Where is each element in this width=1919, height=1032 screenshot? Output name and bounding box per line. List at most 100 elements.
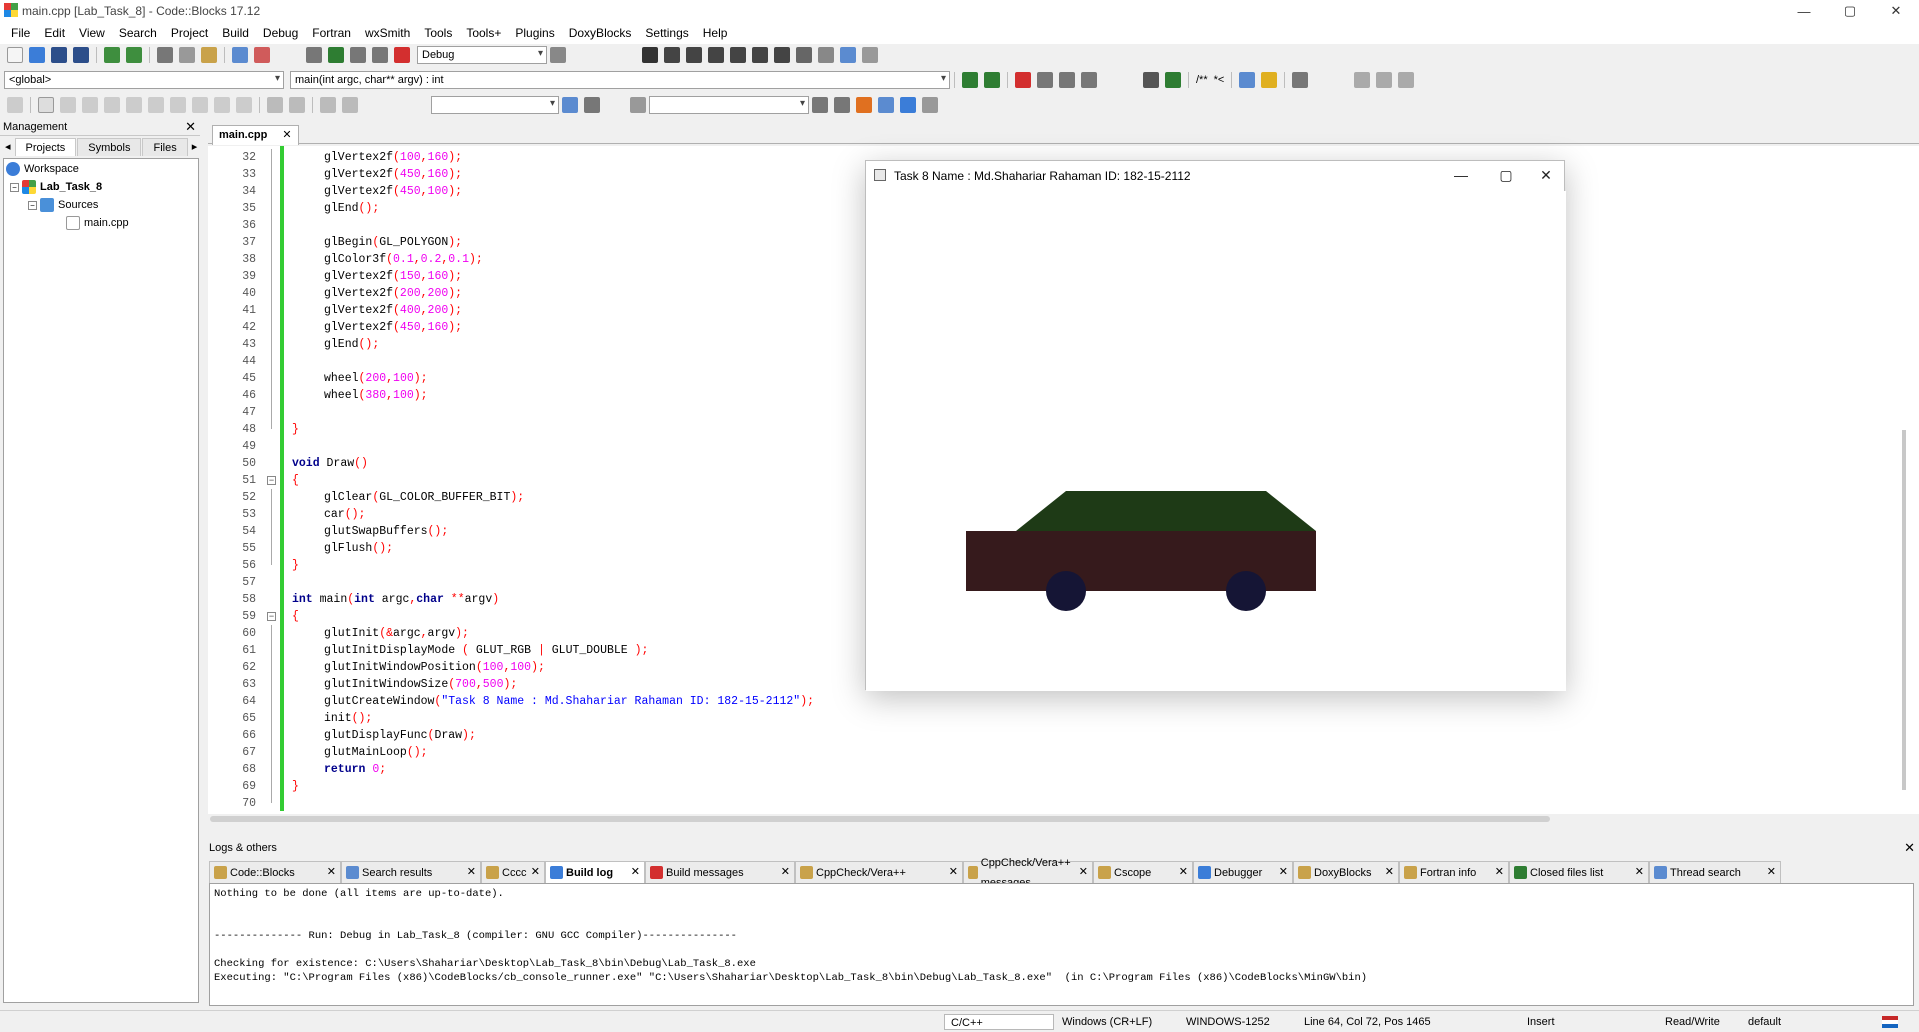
- menu-debug[interactable]: Debug: [256, 22, 305, 44]
- tab-symbols[interactable]: Symbols: [77, 138, 142, 156]
- menu-file[interactable]: File: [4, 22, 37, 44]
- refresh-icon[interactable]: [342, 97, 358, 113]
- search-icon[interactable]: [562, 97, 578, 113]
- close-icon[interactable]: ✕: [1385, 862, 1394, 882]
- zoom-in-icon[interactable]: [267, 97, 283, 113]
- clear-search-icon[interactable]: [630, 97, 646, 113]
- close-icon[interactable]: ✕: [1635, 862, 1644, 882]
- match-case-icon[interactable]: [900, 97, 916, 113]
- tabs-scroll-right-icon[interactable]: ▸: [189, 138, 201, 156]
- bookmark-clear-icon[interactable]: [1081, 72, 1097, 88]
- copy-icon[interactable]: [179, 47, 195, 63]
- log-tab[interactable]: Cccc ✕: [481, 861, 545, 883]
- doxy-block-comment-button[interactable]: /**: [1196, 74, 1208, 86]
- widget-icon[interactable]: [126, 97, 142, 113]
- bookmark-toggle-icon[interactable]: [1015, 72, 1031, 88]
- function-select[interactable]: main(int argc, char** argv) : int ▾: [290, 71, 950, 89]
- menu-project[interactable]: Project: [164, 22, 215, 44]
- menu-fortran[interactable]: Fortran: [305, 22, 358, 44]
- collapse-icon[interactable]: −: [28, 200, 37, 210]
- cut-icon[interactable]: [157, 47, 173, 63]
- redo-icon[interactable]: [126, 47, 142, 63]
- log-tab[interactable]: Closed files list ✕: [1509, 861, 1649, 883]
- tree-item-workspace[interactable]: Workspace: [6, 161, 79, 177]
- build-gear-icon[interactable]: [306, 47, 322, 63]
- doxy-html-icon[interactable]: [1239, 72, 1256, 88]
- close-icon[interactable]: ✕: [631, 862, 640, 882]
- logs-close-button[interactable]: ✕: [1904, 839, 1915, 857]
- pause-icon[interactable]: [796, 47, 812, 63]
- bookmark-next-icon[interactable]: [1059, 72, 1075, 88]
- doxy-wizard-icon[interactable]: [1143, 72, 1159, 88]
- save-icon[interactable]: [51, 47, 67, 63]
- debug-windows-icon[interactable]: [840, 47, 856, 63]
- widget-icon[interactable]: [104, 97, 120, 113]
- debug-start-icon[interactable]: [642, 47, 658, 63]
- snap-icon[interactable]: [320, 97, 336, 113]
- doxy-chm-icon[interactable]: [1261, 72, 1278, 88]
- tree-item-sources[interactable]: − Sources: [28, 197, 98, 213]
- tree-item-main-cpp[interactable]: main.cpp: [66, 215, 129, 231]
- close-icon[interactable]: ✕: [781, 862, 790, 882]
- replace-icon[interactable]: [254, 47, 270, 63]
- doxy-extract-icon[interactable]: [1165, 72, 1181, 88]
- editor-vertical-scrollbar[interactable]: [1902, 430, 1906, 790]
- collapse-icon[interactable]: −: [10, 182, 19, 192]
- close-icon[interactable]: ✕: [1279, 862, 1288, 882]
- fold-toggle-icon[interactable]: −: [267, 476, 276, 485]
- widget-icon[interactable]: [236, 97, 252, 113]
- selection-only-icon[interactable]: [878, 97, 894, 113]
- doxy-config-icon[interactable]: [1292, 72, 1309, 88]
- log-tab[interactable]: CppCheck/Vera++ messages✕: [963, 857, 1093, 889]
- log-tab[interactable]: Fortran info ✕: [1399, 861, 1509, 883]
- editor-horizontal-scrollbar[interactable]: [210, 816, 1550, 822]
- widget-icon[interactable]: [82, 97, 98, 113]
- build-target-select[interactable]: Debug ▾: [417, 46, 547, 64]
- opengl-maximize-button[interactable]: ▢: [1486, 165, 1526, 185]
- find-next-icon[interactable]: [834, 97, 850, 113]
- jump-back-icon[interactable]: [962, 72, 978, 88]
- fold-toggle-icon[interactable]: −: [267, 612, 276, 621]
- log-tab[interactable]: Build messages ✕: [645, 861, 795, 883]
- incremental-search-input[interactable]: ▾: [431, 96, 559, 114]
- incremental-find-input[interactable]: ▾: [649, 96, 809, 114]
- log-tab[interactable]: Debugger ✕: [1193, 861, 1293, 883]
- menu-settings[interactable]: Settings: [638, 22, 695, 44]
- menu-help[interactable]: Help: [696, 22, 735, 44]
- log-tab[interactable]: Thread search ✕: [1649, 861, 1781, 883]
- log-tab[interactable]: Cscope ✕: [1093, 861, 1193, 883]
- close-icon[interactable]: ✕: [949, 862, 958, 882]
- undo-icon[interactable]: [104, 47, 120, 63]
- management-close-button[interactable]: ✕: [185, 118, 196, 136]
- tab-projects[interactable]: Projects: [14, 138, 77, 156]
- close-icon[interactable]: ✕: [467, 862, 476, 882]
- save-all-icon[interactable]: [73, 47, 89, 63]
- doxy-line-comment-button[interactable]: *<: [1214, 74, 1225, 86]
- zoom-out-icon[interactable]: [289, 97, 305, 113]
- build-and-run-icon[interactable]: [350, 47, 366, 63]
- tree-item-project[interactable]: − Lab_Task_8: [10, 179, 102, 195]
- close-icon[interactable]: ✕: [1079, 862, 1088, 882]
- stop-debug-icon[interactable]: [818, 47, 834, 63]
- tab-main-cpp[interactable]: main.cpp ✕: [212, 125, 299, 145]
- nav-last-icon[interactable]: [1398, 72, 1415, 88]
- bookmark-prev-icon[interactable]: [1037, 72, 1053, 88]
- tab-files[interactable]: Files: [142, 138, 188, 156]
- widget-icon[interactable]: [60, 97, 76, 113]
- close-button[interactable]: ✕: [1873, 0, 1919, 22]
- jump-forward-icon[interactable]: [984, 72, 1000, 88]
- log-tab[interactable]: Search results ✕: [341, 861, 481, 883]
- build-log-output[interactable]: Nothing to be done (all items are up-to-…: [209, 883, 1914, 1006]
- step-out-icon[interactable]: [730, 47, 746, 63]
- regex-icon[interactable]: [922, 97, 938, 113]
- next-instruction-icon[interactable]: [752, 47, 768, 63]
- widget-icon[interactable]: [192, 97, 208, 113]
- target-options-icon[interactable]: [550, 47, 566, 63]
- highlight-icon[interactable]: [856, 97, 872, 113]
- menu-plugins[interactable]: Plugins: [508, 22, 561, 44]
- debug-info-icon[interactable]: [862, 47, 878, 63]
- step-into-icon[interactable]: [708, 47, 724, 63]
- menu-wxsmith[interactable]: wxSmith: [358, 22, 417, 44]
- step-into-instruction-icon[interactable]: [774, 47, 790, 63]
- run-icon[interactable]: [328, 47, 344, 63]
